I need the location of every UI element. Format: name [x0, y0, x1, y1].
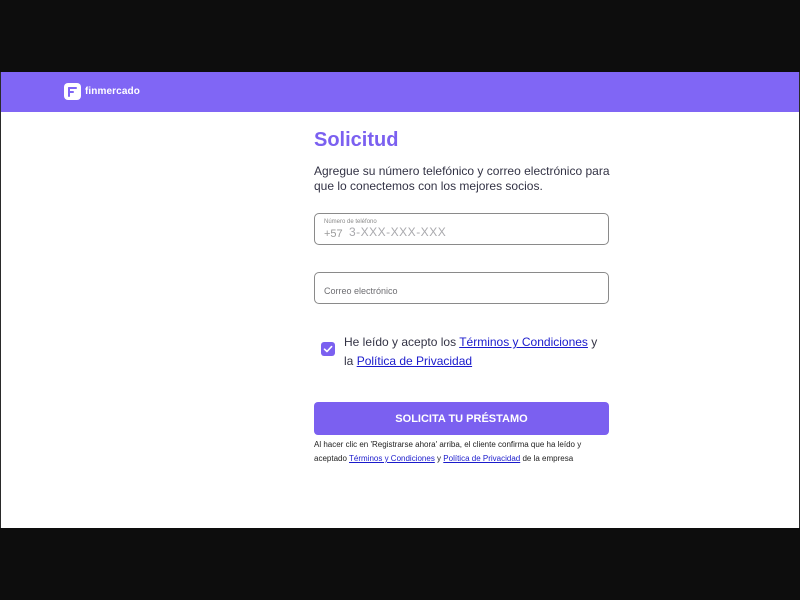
terms-link[interactable]: Términos y Condiciones — [459, 335, 588, 349]
email-field[interactable] — [314, 272, 609, 304]
phone-prefix: +57 — [324, 228, 343, 240]
page-frame: finmercado Solicitud Agregue su número t… — [0, 72, 800, 528]
check-icon — [323, 345, 333, 353]
top-bar: finmercado — [1, 72, 799, 112]
apply-loan-button[interactable]: SOLICITA TU PRÉSTAMO — [314, 402, 609, 435]
consent-text-start: He leído y acepto los — [344, 335, 457, 349]
page-title: Solicitud — [314, 129, 399, 151]
legal-terms-link[interactable]: Términos y Condiciones — [349, 454, 435, 463]
phone-input[interactable] — [349, 225, 599, 239]
privacy-link[interactable]: Política de Privacidad — [357, 354, 472, 368]
finmercado-logo-icon — [64, 83, 81, 100]
brand-name: finmercado — [85, 86, 140, 97]
consent-checkbox[interactable] — [321, 342, 335, 356]
brand-logo[interactable]: finmercado — [64, 83, 140, 100]
legal-privacy-link[interactable]: Política de Privacidad — [443, 454, 520, 463]
legal-text-end: de la empresa — [522, 454, 574, 463]
form-subtitle: Agregue su número telefónico y correo el… — [314, 164, 610, 193]
consent-text: He leído y acepto los Términos y Condici… — [344, 333, 609, 371]
legal-disclaimer: Al hacer clic en 'Registrarse ahora' arr… — [314, 438, 610, 466]
application-form: Solicitud Agregue su número telefónico y… — [314, 129, 610, 463]
phone-field[interactable]: Número de teléfono +57 — [314, 213, 609, 245]
email-input[interactable] — [324, 286, 574, 296]
legal-text-middle: y — [437, 454, 442, 463]
